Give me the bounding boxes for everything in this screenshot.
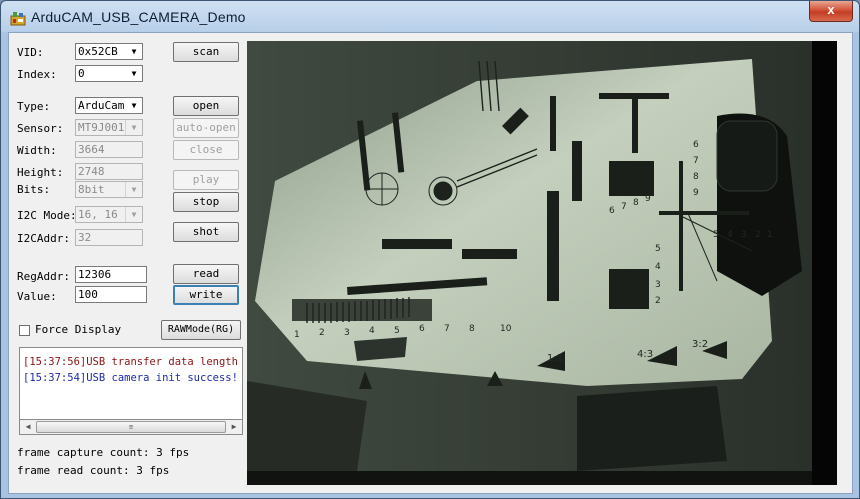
height-label: Height: bbox=[17, 166, 64, 179]
value-label: Value: bbox=[17, 290, 57, 303]
i2c-mode-label: I2C Mode: bbox=[17, 209, 77, 222]
i2c-mode-value: 16, 16 bbox=[78, 208, 118, 221]
scale-number: 3 bbox=[655, 280, 661, 290]
chevron-down-icon: ▼ bbox=[125, 182, 142, 197]
chart-number: 3 bbox=[344, 328, 350, 338]
scale-number: 6 bbox=[609, 206, 615, 216]
sensor-label: Sensor: bbox=[17, 122, 64, 135]
frame-capture-status: frame capture count: 3 fps bbox=[17, 446, 190, 459]
chevron-down-icon[interactable]: ▼ bbox=[126, 98, 142, 113]
vid-select[interactable]: 0x52CB ▼ bbox=[75, 43, 143, 60]
app-window: ArduCAM_USB_CAMERA_Demo x VID: 0x52CB ▼ s… bbox=[0, 0, 860, 499]
log-horizontal-scrollbar[interactable]: ◀ ≡ ▶ bbox=[19, 419, 243, 435]
scale-number: 5 bbox=[713, 230, 719, 240]
write-button[interactable]: write bbox=[173, 285, 239, 305]
chevron-down-icon: ▼ bbox=[125, 120, 142, 135]
chart-number: 2 bbox=[319, 328, 325, 338]
force-display-checkbox[interactable] bbox=[19, 325, 30, 336]
reg-addr-label: RegAddr: bbox=[17, 270, 70, 283]
sensor-select[interactable]: MT9J001 ▼ bbox=[75, 119, 143, 136]
bits-select[interactable]: 8bit ▼ bbox=[75, 181, 143, 198]
stop-button[interactable]: stop bbox=[173, 192, 239, 212]
preview-image: 10 8 7 6 5 4 3 2 1 4:3 3:2 1:1 5 4 3 2 1 bbox=[247, 41, 837, 485]
index-select[interactable]: 0 ▼ bbox=[75, 65, 143, 82]
scale-number: 2 bbox=[655, 296, 661, 306]
vid-value: 0x52CB bbox=[78, 45, 118, 58]
type-select[interactable]: ArduCam ▼ bbox=[75, 97, 143, 114]
chart-number: 5 bbox=[394, 326, 400, 336]
ratio-label: 4:3 bbox=[637, 349, 653, 360]
reg-addr-field[interactable]: 12306 bbox=[75, 266, 147, 283]
index-value: 0 bbox=[78, 67, 85, 80]
scroll-left-icon[interactable]: ◀ bbox=[21, 420, 35, 434]
height-field[interactable]: 2748 bbox=[75, 163, 143, 180]
scale-number: 3 bbox=[741, 230, 747, 240]
auto-open-button[interactable]: auto-open bbox=[173, 118, 239, 138]
ratio-label: 1:1 bbox=[547, 353, 563, 364]
scale-number: 1 bbox=[767, 230, 773, 240]
window-title: ArduCAM_USB_CAMERA_Demo bbox=[31, 9, 246, 25]
index-label: Index: bbox=[17, 68, 57, 81]
client-area: VID: 0x52CB ▼ scan Index: 0 ▼ Type: ArduCa… bbox=[8, 32, 853, 494]
camera-preview: 10 8 7 6 5 4 3 2 1 4:3 3:2 1:1 5 4 3 2 1 bbox=[247, 41, 837, 485]
scale-number: 2 bbox=[755, 230, 761, 240]
close-window-button[interactable]: x bbox=[809, 1, 853, 22]
scale-number: 9 bbox=[645, 194, 651, 204]
i2c-addr-label: I2CAddr: bbox=[17, 232, 70, 245]
scale-number: 4 bbox=[727, 230, 733, 240]
scale-number: 8 bbox=[693, 172, 699, 182]
read-button[interactable]: read bbox=[173, 264, 239, 284]
chart-number: 4 bbox=[369, 326, 375, 336]
bits-label: Bits: bbox=[17, 183, 51, 196]
chevron-down-icon[interactable]: ▼ bbox=[126, 66, 142, 81]
close-icon: x bbox=[827, 2, 835, 17]
chart-number: 6 bbox=[419, 324, 425, 334]
shot-button[interactable]: shot bbox=[173, 222, 239, 242]
log-entry: [15:37:56]USB transfer data length err bbox=[23, 356, 243, 368]
chart-number: 10 bbox=[500, 324, 512, 334]
i2c-addr-field[interactable]: 32 bbox=[75, 229, 143, 246]
ratio-label: 3:2 bbox=[692, 339, 708, 350]
scale-number: 7 bbox=[693, 156, 699, 166]
scale-number: 9 bbox=[693, 188, 699, 198]
scale-number: 4 bbox=[655, 262, 661, 272]
scale-number: 7 bbox=[621, 202, 627, 212]
chevron-down-icon: ▼ bbox=[125, 207, 142, 222]
scale-number: 6 bbox=[693, 140, 699, 150]
scroll-right-icon[interactable]: ▶ bbox=[227, 420, 241, 434]
sensor-value: MT9J001 bbox=[78, 121, 125, 134]
i2c-mode-select[interactable]: 16, 16 ▼ bbox=[75, 206, 143, 223]
width-field[interactable]: 3664 bbox=[75, 141, 143, 158]
scan-button[interactable]: scan bbox=[173, 42, 239, 62]
value-field[interactable]: 100 bbox=[75, 286, 147, 303]
bits-value: 8bit bbox=[78, 183, 105, 196]
frame-read-status: frame read count: 3 fps bbox=[17, 464, 170, 477]
chevron-down-icon[interactable]: ▼ bbox=[126, 44, 142, 59]
vid-label: VID: bbox=[17, 46, 44, 59]
type-label: Type: bbox=[17, 100, 51, 113]
rawmode-button[interactable]: RAWMode(RG) bbox=[161, 320, 241, 340]
play-button[interactable]: play bbox=[173, 170, 239, 190]
type-value: ArduCam bbox=[78, 99, 125, 112]
scale-number: 8 bbox=[633, 198, 639, 208]
scale-number: 5 bbox=[655, 244, 661, 254]
app-icon bbox=[10, 12, 26, 26]
title-bar[interactable]: ArduCAM_USB_CAMERA_Demo x bbox=[1, 1, 859, 33]
force-display-label[interactable]: Force Display bbox=[35, 323, 121, 336]
scrollbar-thumb[interactable]: ≡ bbox=[36, 421, 226, 433]
close-button[interactable]: close bbox=[173, 140, 239, 160]
open-button[interactable]: open bbox=[173, 96, 239, 116]
chart-number: 8 bbox=[469, 324, 475, 334]
chart-number: 7 bbox=[444, 324, 450, 334]
log-entry: [15:37:54]USB camera init success! bbox=[23, 372, 238, 384]
chart-number: 1 bbox=[294, 330, 300, 340]
width-label: Width: bbox=[17, 144, 57, 157]
